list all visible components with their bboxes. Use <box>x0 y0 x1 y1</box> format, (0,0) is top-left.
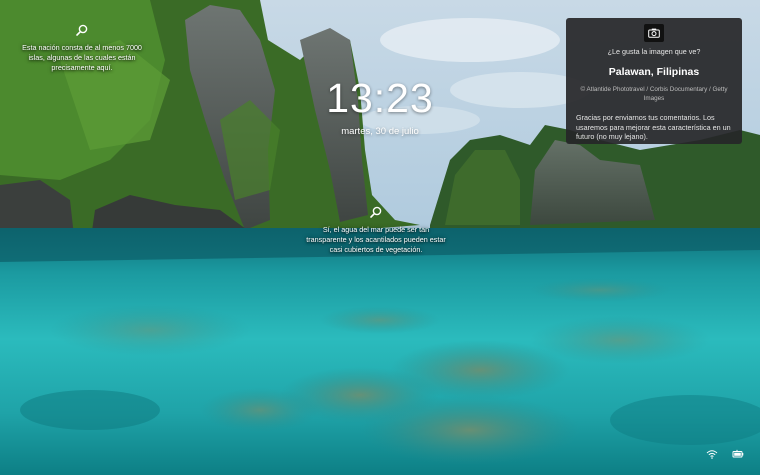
like-image-question[interactable]: ¿Le gusta la imagen que ve? <box>576 47 732 56</box>
hotspot-fact-water: Sí, el agua del mar puede ser tan transp… <box>306 205 446 255</box>
clock-time: 13:23 <box>326 75 434 121</box>
magnifier-icon[interactable] <box>369 205 383 219</box>
battery-icon[interactable] <box>732 449 744 459</box>
clock-date: martes, 30 de julio <box>341 126 419 137</box>
magnifier-icon[interactable] <box>75 23 89 37</box>
image-info-panel: ¿Le gusta la imagen que ve? Palawan, Fil… <box>566 18 742 144</box>
camera-icon <box>648 28 660 38</box>
camera-button[interactable] <box>644 24 664 42</box>
image-credit: © Atlantide Phototravel / Corbis Documen… <box>580 86 728 102</box>
feedback-thanks: Gracias por enviarnos tus comentarios. L… <box>576 113 731 141</box>
lock-screen-clock: 13:23 martes, 30 de julio <box>300 74 460 137</box>
hotspot-fact-islands: Esta nación consta de al menos 7000 isla… <box>16 23 148 73</box>
system-tray <box>706 449 744 459</box>
hotspot-text: Esta nación consta de al menos 7000 isla… <box>22 43 142 72</box>
image-location: Palawan, Filipinas <box>608 66 700 78</box>
wifi-icon[interactable] <box>706 449 718 459</box>
lock-screen: Esta nación consta de al menos 7000 isla… <box>0 0 760 475</box>
hotspot-text: Sí, el agua del mar puede ser tan transp… <box>306 225 446 254</box>
